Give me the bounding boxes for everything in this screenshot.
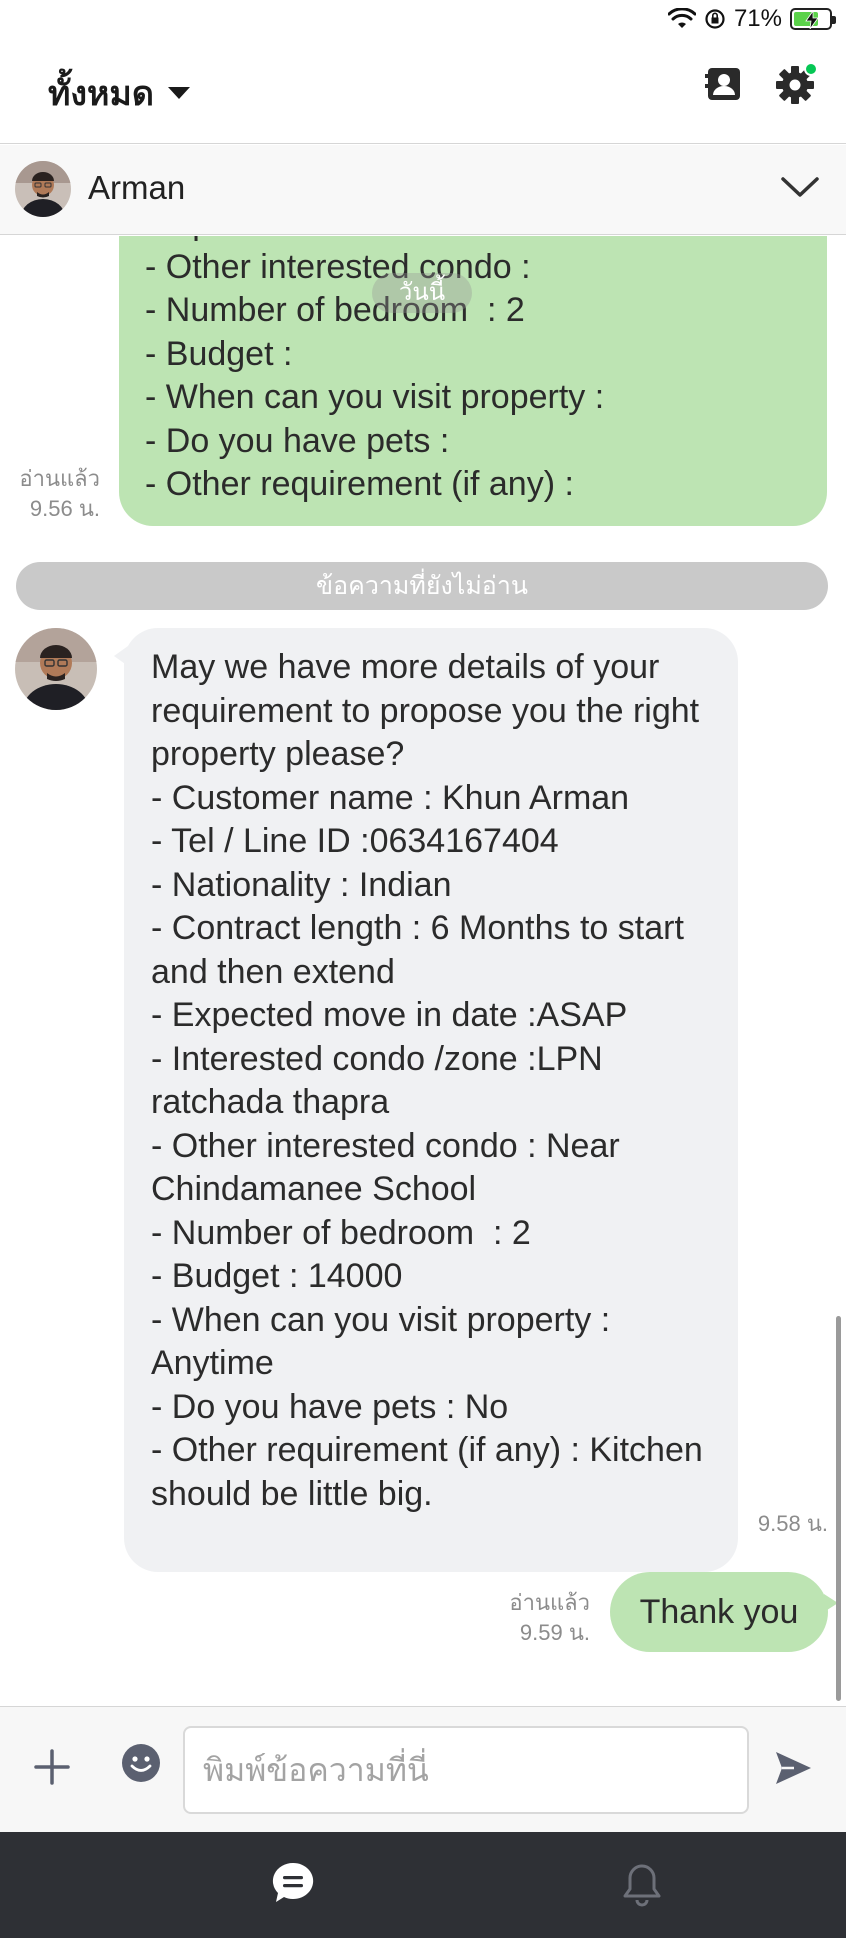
unread-divider: ข้อความที่ยังไม่อ่าน bbox=[16, 562, 828, 610]
settings-button[interactable] bbox=[774, 62, 818, 106]
status-bar: 71% bbox=[0, 0, 846, 40]
outgoing-message-bubble[interactable]: Thank you bbox=[610, 1572, 838, 1652]
chat-contact-bar[interactable]: Arman bbox=[0, 145, 846, 235]
contact-name: Arman bbox=[88, 169, 186, 206]
send-icon[interactable] bbox=[772, 1747, 814, 1789]
message-time: 9.59 น. bbox=[519, 1620, 590, 1645]
message-time: 9.56 น. bbox=[29, 496, 100, 521]
bell-icon[interactable] bbox=[620, 1860, 664, 1908]
header-actions bbox=[704, 62, 818, 106]
notification-dot bbox=[804, 62, 818, 76]
sender-avatar[interactable] bbox=[15, 628, 97, 710]
rotation-lock-icon bbox=[705, 9, 725, 29]
battery-icon bbox=[790, 8, 836, 30]
chat-filter-dropdown[interactable]: ทั้งหมด bbox=[48, 66, 190, 120]
read-receipt: อ่านแล้ว bbox=[509, 1590, 590, 1615]
message-thread[interactable]: thapra - Other interested condo : - Numb… bbox=[0, 236, 846, 1706]
bottom-navigation bbox=[0, 1832, 846, 1938]
contact-avatar[interactable] bbox=[15, 161, 71, 217]
message-meta: 9.58 น. bbox=[748, 1509, 828, 1539]
filter-label: ทั้งหมด bbox=[48, 75, 154, 113]
message-composer bbox=[0, 1706, 846, 1832]
scrollbar[interactable] bbox=[836, 1316, 841, 1701]
chat-bubble-icon[interactable] bbox=[270, 1860, 316, 1906]
chevron-down-icon[interactable] bbox=[780, 173, 820, 201]
message-time: 9.58 น. bbox=[757, 1511, 828, 1536]
caret-down-icon bbox=[167, 87, 190, 99]
contacts-icon[interactable] bbox=[704, 64, 744, 104]
outgoing-message-bubble[interactable]: thapra - Other interested condo : - Numb… bbox=[119, 236, 827, 526]
charging-bolt-icon bbox=[805, 11, 819, 29]
read-receipt: อ่านแล้ว bbox=[19, 466, 100, 491]
message-input[interactable] bbox=[183, 1726, 749, 1814]
message-meta: อ่านแล้ว 9.59 น. bbox=[490, 1588, 590, 1648]
wifi-icon bbox=[667, 8, 696, 28]
battery-percentage: 71% bbox=[733, 5, 782, 32]
message-meta: อ่านแล้ว 9.56 น. bbox=[0, 464, 100, 524]
incoming-message-bubble[interactable]: May we have more details of your require… bbox=[114, 628, 738, 1572]
status-indicators: 71% bbox=[667, 5, 836, 33]
plus-icon[interactable] bbox=[32, 1747, 72, 1787]
emoji-icon[interactable] bbox=[121, 1743, 161, 1783]
chat-list-header: ทั้งหมด bbox=[0, 40, 846, 144]
date-separator: วันนี้ bbox=[372, 273, 472, 313]
